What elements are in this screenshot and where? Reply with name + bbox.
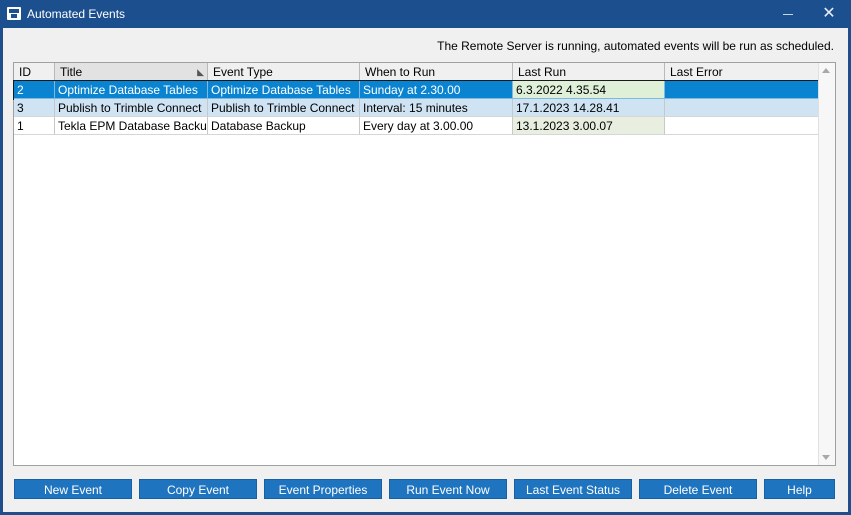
column-header-last-run[interactable]: Last Run [513,63,665,81]
column-header-when-to-run[interactable]: When to Run [360,63,513,81]
cell-id: 3 [14,99,55,117]
cell-when-to-run: Sunday at 2.30.00 [360,81,513,99]
column-header-title[interactable]: Title ◣ [55,63,208,81]
events-grid[interactable]: ID Title ◣ Event Type When to Run Last Ru… [13,62,836,466]
cell-event-type: Database Backup [208,117,360,135]
cell-last-error [665,81,820,99]
cell-id: 1 [14,117,55,135]
cell-last-run: 6.3.2022 4.35.54 [513,81,665,99]
cell-title: Publish to Trimble Connect [55,99,208,117]
cell-title: Optimize Database Tables [55,81,208,99]
sort-indicator-icon: ◣ [197,67,204,77]
scroll-down-arrow-icon[interactable] [822,455,830,460]
minimize-button[interactable] [770,0,806,28]
help-button[interactable]: Help [764,479,835,499]
copy-event-button[interactable]: Copy Event [139,479,257,499]
delete-event-button[interactable]: Delete Event [639,479,757,499]
title-bar[interactable]: Automated Events ✕ [0,0,851,28]
scroll-up-arrow-icon[interactable] [822,68,830,73]
server-status-message: The Remote Server is running, automated … [437,39,834,53]
new-event-button[interactable]: New Event [14,479,132,499]
column-header-title-label: Title [60,65,83,79]
app-icon [7,7,21,20]
cell-when-to-run: Interval: 15 minutes [360,99,513,117]
cell-event-type: Optimize Database Tables [208,81,360,99]
close-button[interactable]: ✕ [809,0,849,28]
window-title: Automated Events [27,7,126,21]
cell-event-type: Publish to Trimble Connect [208,99,360,117]
event-row[interactable]: 2 Optimize Database Tables Optimize Data… [13,80,821,100]
cell-last-error [665,99,820,117]
event-properties-button[interactable]: Event Properties [264,479,382,499]
cell-title: Tekla EPM Database Backup [55,117,208,135]
grid-header: ID Title ◣ Event Type When to Run Last Ru… [14,63,820,81]
automated-events-window: Automated Events ✕ The Remote Server is … [0,0,851,515]
column-header-id[interactable]: ID [14,63,55,81]
dialog-body: The Remote Server is running, automated … [3,28,848,512]
column-header-last-error[interactable]: Last Error [665,63,820,81]
run-event-now-button[interactable]: Run Event Now [389,479,507,499]
cell-last-run: 17.1.2023 14.28.41 [513,99,665,117]
last-event-status-button[interactable]: Last Event Status [514,479,632,499]
column-header-event-type[interactable]: Event Type [208,63,360,81]
cell-when-to-run: Every day at 3.00.00 [360,117,513,135]
cell-id: 2 [14,81,55,99]
event-row[interactable]: 3 Publish to Trimble Connect Publish to … [14,99,820,117]
cell-last-run: 13.1.2023 3.00.07 [513,117,665,135]
action-button-bar: New Event Copy Event Event Properties Ru… [14,479,837,499]
event-row[interactable]: 1 Tekla EPM Database Backup Database Bac… [14,117,820,135]
vertical-scrollbar[interactable] [818,63,835,465]
cell-last-error [665,117,820,135]
